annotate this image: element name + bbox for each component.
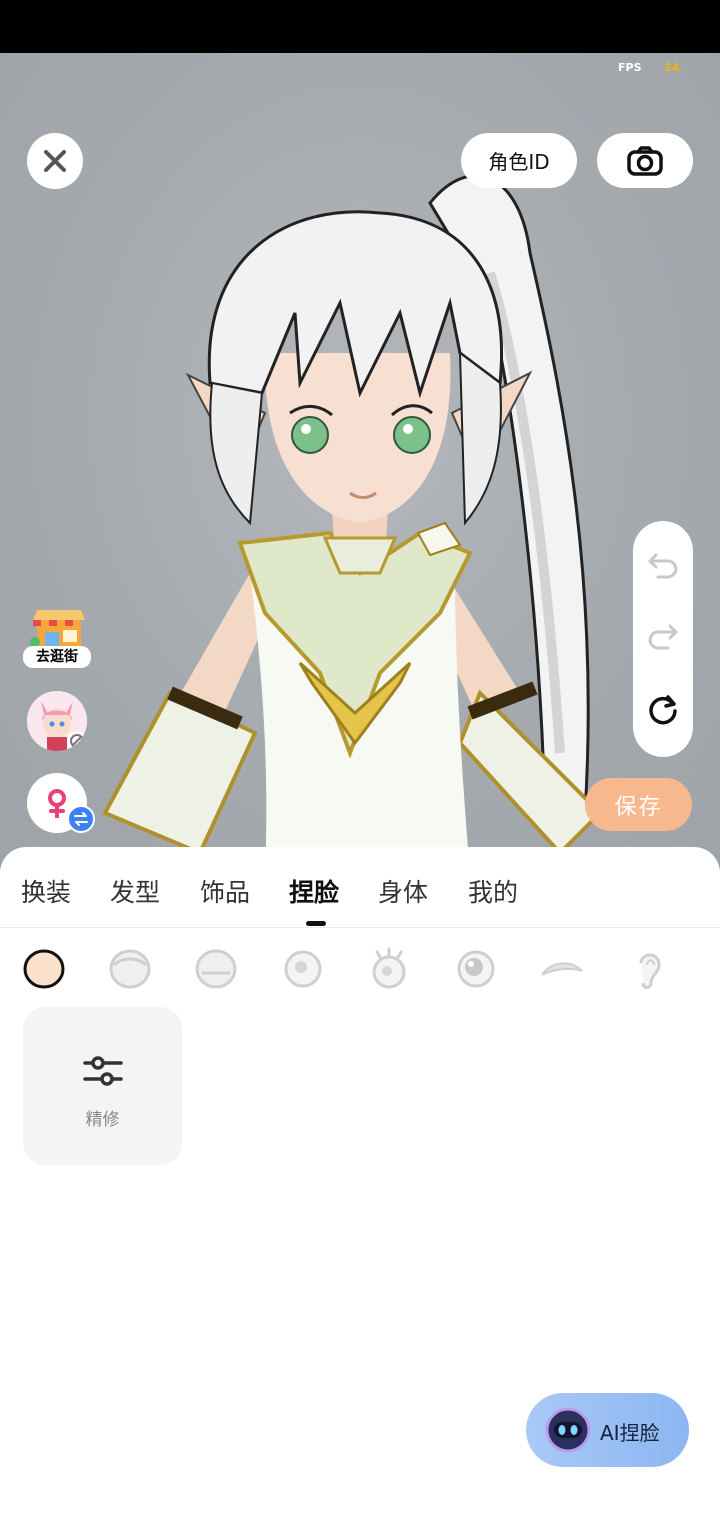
close-icon bbox=[44, 150, 66, 172]
redo-icon[interactable] bbox=[646, 622, 680, 652]
eye-icon[interactable] bbox=[281, 947, 325, 991]
eyelash-icon[interactable] bbox=[367, 947, 411, 991]
role-id-label: 角色ID bbox=[488, 150, 550, 174]
refine-label: 精修 bbox=[85, 1110, 120, 1130]
active-tab-indicator bbox=[306, 921, 326, 926]
refine-button[interactable]: 精修 bbox=[23, 1007, 182, 1165]
hide-icon bbox=[70, 734, 84, 748]
ai-face-button[interactable]: AI捏脸 bbox=[526, 1393, 689, 1467]
history-panel bbox=[633, 521, 693, 757]
pupil-icon[interactable] bbox=[454, 947, 498, 991]
tab-hairstyle[interactable]: 发型 bbox=[110, 873, 160, 909]
eyebrow-icon[interactable] bbox=[540, 947, 584, 991]
tab-mine[interactable]: 我的 bbox=[468, 873, 518, 909]
face-head-icon[interactable] bbox=[108, 947, 152, 991]
role-id-button[interactable]: 角色ID bbox=[461, 133, 577, 188]
gender-switch-button[interactable] bbox=[27, 773, 95, 833]
avatar-3d-viewport[interactable]: FPS 24 角色ID 保存 去逛街 bbox=[0, 53, 720, 873]
go-shopping-button[interactable]: 去逛街 bbox=[23, 606, 91, 668]
face-shape-icon[interactable] bbox=[22, 947, 66, 991]
undo-icon[interactable] bbox=[646, 551, 680, 581]
tab-outfit[interactable]: 换装 bbox=[21, 873, 71, 909]
sliders-icon bbox=[83, 1056, 123, 1086]
robot-icon bbox=[545, 1407, 591, 1453]
status-bar bbox=[0, 0, 720, 53]
swap-icon bbox=[74, 812, 88, 826]
outfit-avatar-button[interactable] bbox=[27, 691, 87, 751]
save-label: 保存 bbox=[614, 794, 663, 820]
camera-icon bbox=[627, 145, 663, 176]
category-tabs: 换装 发型 饰品 捏脸 身体 我的 bbox=[0, 847, 720, 928]
tab-body[interactable]: 身体 bbox=[378, 873, 428, 909]
camera-button[interactable] bbox=[597, 133, 693, 188]
avatar-hidden-badge bbox=[67, 731, 87, 751]
save-button[interactable]: 保存 bbox=[585, 778, 692, 831]
tab-accessories[interactable]: 饰品 bbox=[200, 873, 250, 909]
customize-panel: 换装 发型 饰品 捏脸 身体 我的 精修 AI捏脸 bbox=[0, 847, 720, 1520]
ai-face-label: AI捏脸 bbox=[600, 1421, 660, 1445]
close-button[interactable] bbox=[27, 133, 83, 189]
face-jaw-icon[interactable] bbox=[194, 947, 238, 991]
swap-badge bbox=[67, 805, 95, 833]
tab-face[interactable]: 捏脸 bbox=[289, 873, 339, 909]
ear-icon[interactable] bbox=[627, 947, 671, 991]
go-shopping-label: 去逛街 bbox=[23, 646, 91, 668]
reset-icon[interactable] bbox=[646, 693, 680, 727]
